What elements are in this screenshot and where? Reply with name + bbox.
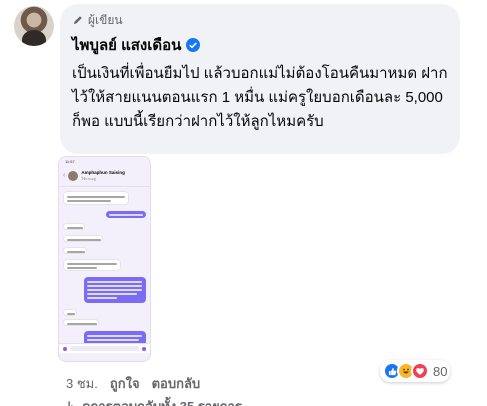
thumb-contact-name: Amphaphun Saising [81,169,125,175]
thumb-msg-out [106,211,146,218]
chat-screenshot-image[interactable]: 11:57 ‹ Amphaphun Saising ใช้งานอยู่ [58,156,151,362]
reply-arrow-icon: ↳ [66,399,77,406]
thumb-msg-in [63,259,121,271]
thumb-contact-avatar [68,170,79,181]
comment-timestamp[interactable]: 3 ชม. [66,373,98,394]
comment-bubble: ผู้เขียน ไพบูลย์ แสงเดือน เป็นเงินที่เพื… [60,4,460,154]
author-badge: ผู้เขียน [72,12,448,28]
view-replies-label: ดูการตอบกลับทั้ง 35 รายการ [82,398,242,406]
reply-button[interactable]: ตอบกลับ [152,373,201,394]
love-icon [411,362,429,380]
comment-text: เป็นเงินที่เพื่อนยืมไป แล้วบอกแม่ไม่ต้อง… [72,65,448,130]
thumb-like-icon [142,346,146,351]
thumb-contact-status: ใช้งานอยู่ [81,176,96,181]
thumb-plus-icon [63,346,67,351]
author-name[interactable]: ไพบูลย์ แสงเดือน [72,33,181,57]
back-arrow-icon: ‹ [63,172,66,179]
comment-actions: 3 ชม. ถูกใจ ตอบกลับ [66,374,200,392]
view-replies-link[interactable]: ↳ ดูการตอบกลับทั้ง 35 รายการ [66,398,242,406]
thumb-msg-in [63,309,77,316]
thumb-msg-in [63,235,103,242]
pen-icon [74,16,82,24]
reaction-count: 80 [433,363,448,379]
thumb-chat-header: ‹ Amphaphun Saising ใช้งานอยู่ [59,165,150,187]
thumb-msg-in [63,223,85,230]
like-button[interactable]: ถูกใจ [110,373,140,394]
thumb-msg-in [63,191,129,205]
thumb-msg-out [84,277,146,303]
thumb-msg-in [63,247,87,254]
verified-badge-icon [186,38,201,52]
commenter-avatar[interactable] [14,6,54,46]
author-badge-label: ผู้เขียน [88,12,123,27]
thumb-chat-body [59,187,150,353]
reaction-summary[interactable]: 80 [380,360,451,382]
thumb-message-input [59,343,150,353]
thumb-status-bar: 11:57 [59,157,150,165]
thumb-msg-in [63,319,99,326]
thumb-status-time: 11:57 [65,158,75,164]
author-row: ไพบูลย์ แสงเดือน [72,34,448,56]
